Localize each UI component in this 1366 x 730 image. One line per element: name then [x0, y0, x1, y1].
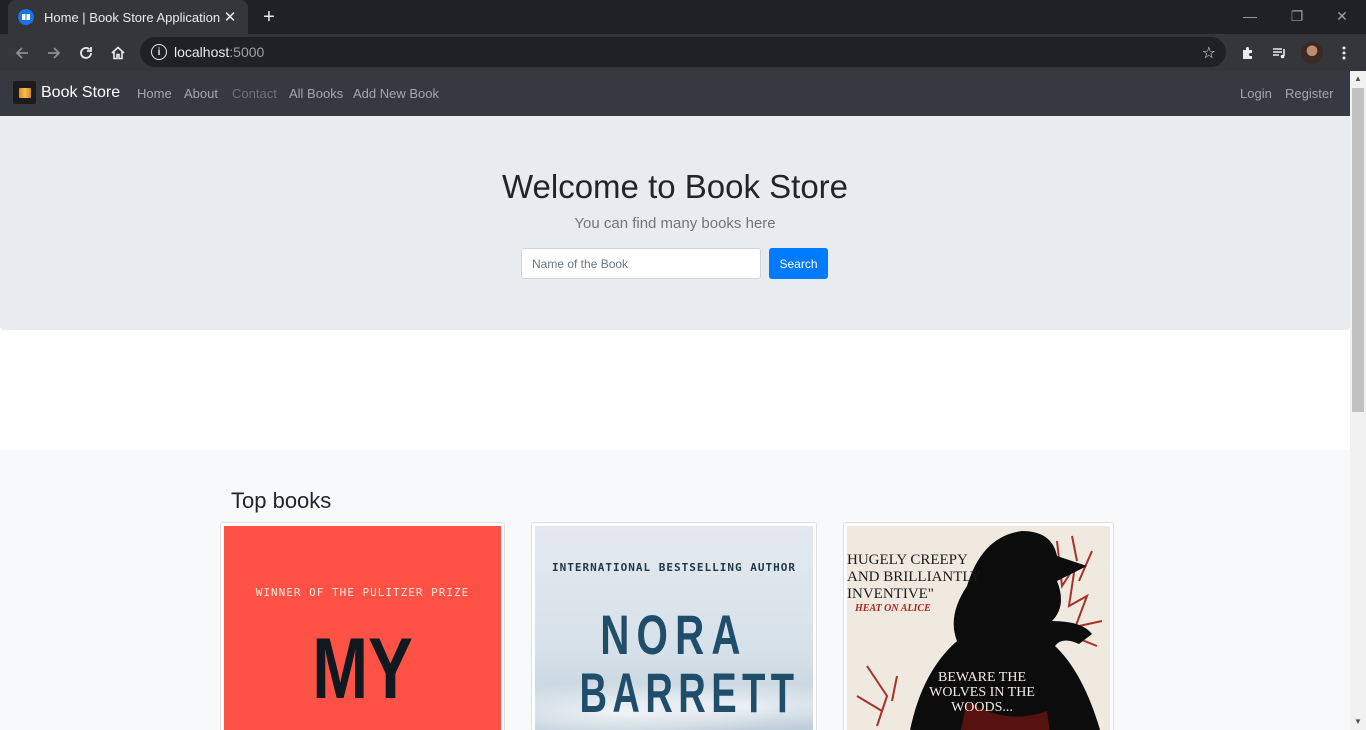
- browser-tab[interactable]: Home | Book Store Application ✕: [8, 0, 248, 34]
- hero-lead: You can find many books here: [574, 215, 776, 232]
- reload-icon[interactable]: [73, 40, 99, 66]
- book-favicon-icon: [18, 9, 34, 25]
- forward-icon[interactable]: [41, 40, 67, 66]
- url-host: localhost: [174, 44, 230, 60]
- nav-link-register[interactable]: Register: [1285, 86, 1333, 101]
- browser-toolbar: i localhost:5000 ☆: [0, 34, 1366, 71]
- address-bar[interactable]: i localhost:5000 ☆: [140, 37, 1226, 67]
- window-close-icon[interactable]: ✕: [1322, 4, 1362, 28]
- scrollbar-thumb[interactable]: [1352, 88, 1364, 412]
- scroll-down-arrow-icon[interactable]: ▼: [1350, 714, 1366, 730]
- tab-title: Home | Book Store Application: [44, 9, 221, 25]
- book-card[interactable]: HUGELY CREEPY AND BRILLIANTLY INVENTIVE"…: [843, 522, 1114, 730]
- cover-byline: HEAT ON ALICE: [855, 603, 931, 614]
- book-search-input[interactable]: [521, 248, 761, 279]
- book-cover-image: WINNER OF THE PULITZER PRIZE MY: [224, 526, 501, 730]
- scroll-up-arrow-icon[interactable]: ▲: [1350, 71, 1366, 87]
- hero-title: Welcome to Book Store: [501, 168, 849, 205]
- extensions-icon[interactable]: [1235, 40, 1261, 66]
- brand-text: Book Store: [41, 83, 121, 101]
- cover-title-text: MY: [312, 621, 413, 717]
- top-books-section: Top books WINNER OF THE PULITZER PRIZE M…: [0, 450, 1350, 730]
- bookstore-logo-icon: [13, 81, 36, 104]
- new-tab-icon[interactable]: +: [258, 6, 280, 28]
- book-cover-image: HUGELY CREEPY AND BRILLIANTLY INVENTIVE"…: [847, 526, 1110, 730]
- browser-menu-icon[interactable]: [1331, 40, 1357, 66]
- nav-link-about[interactable]: About: [184, 86, 218, 101]
- nav-link-add-new-book[interactable]: Add New Book: [353, 86, 439, 101]
- book-card[interactable]: WINNER OF THE PULITZER PRIZE MY: [220, 522, 505, 730]
- cover-top-text: INTERNATIONAL BESTSELLING AUTHOR: [552, 561, 796, 574]
- url-port: :5000: [229, 44, 265, 60]
- nav-link-contact[interactable]: Contact: [232, 86, 277, 101]
- home-icon[interactable]: [105, 40, 131, 66]
- page-viewport: Book Store Home About Contact All Books …: [0, 71, 1350, 730]
- cover-quote: HUGELY CREEPY AND BRILLIANTLY INVENTIVE": [847, 552, 981, 602]
- minimize-icon[interactable]: —: [1230, 4, 1270, 28]
- site-info-icon[interactable]: i: [151, 44, 167, 60]
- nav-link-home[interactable]: Home: [137, 86, 172, 101]
- section-title: Top books: [231, 488, 332, 513]
- hero-jumbotron: Welcome to Book Store You can find many …: [0, 116, 1350, 330]
- book-cover-image: INTERNATIONAL BESTSELLING AUTHOR NORA BA…: [535, 526, 813, 730]
- navbar-brand[interactable]: Book Store: [13, 81, 120, 104]
- tab-close-icon[interactable]: ✕: [222, 8, 238, 26]
- nav-link-login[interactable]: Login: [1240, 86, 1272, 101]
- search-button[interactable]: Search: [769, 248, 828, 279]
- cover-author-first: NORA: [600, 603, 748, 666]
- media-control-icon[interactable]: [1266, 40, 1292, 66]
- nav-link-all-books[interactable]: All Books: [289, 86, 343, 101]
- profile-avatar[interactable]: [1301, 42, 1323, 64]
- restore-icon[interactable]: ❐: [1277, 4, 1317, 28]
- bookmark-star-icon[interactable]: ☆: [1202, 43, 1216, 63]
- back-icon[interactable]: [9, 40, 35, 66]
- cover-tagline: BEWARE THE WOLVES IN THE WOODS...: [929, 670, 1035, 715]
- cover-author-last: BARRETT: [579, 661, 800, 724]
- browser-tabstrip: Home | Book Store Application ✕ + — ❐ ✕: [0, 0, 1366, 34]
- site-navbar: Book Store Home About Contact All Books …: [0, 71, 1350, 116]
- book-card[interactable]: INTERNATIONAL BESTSELLING AUTHOR NORA BA…: [531, 522, 817, 730]
- cover-top-text: WINNER OF THE PULITZER PRIZE: [255, 586, 470, 599]
- page-scrollbar[interactable]: ▲ ▼: [1350, 71, 1366, 730]
